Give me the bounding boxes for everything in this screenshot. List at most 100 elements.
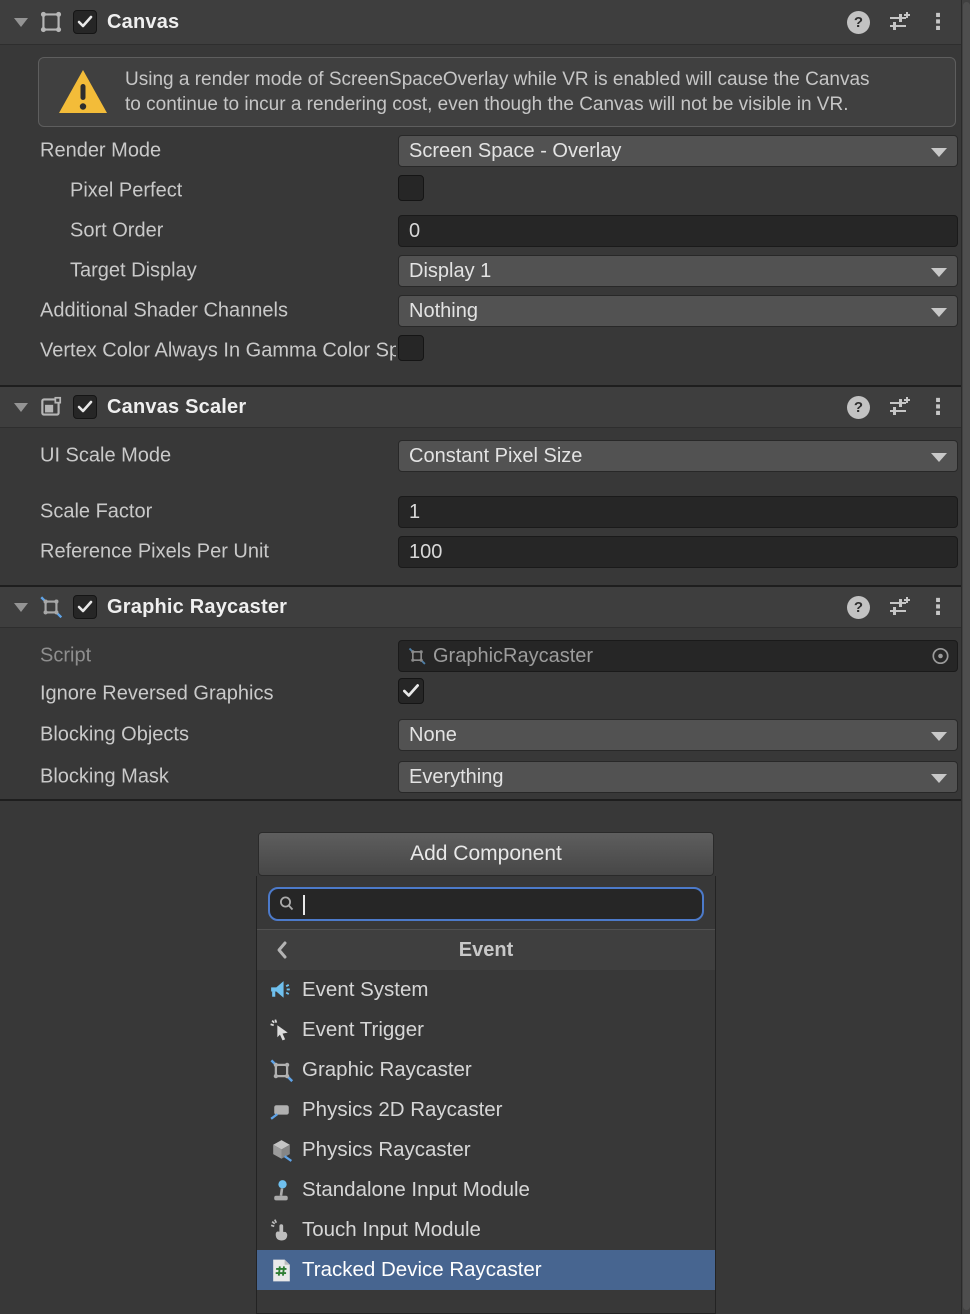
presets-icon[interactable]: [887, 395, 911, 419]
sort-order-row: Sort Order: [0, 215, 962, 247]
pixel-perfect-label: Pixel Perfect: [70, 180, 182, 203]
help-icon[interactable]: ?: [847, 396, 870, 419]
canvas-scaler-enabled-checkbox[interactable]: [73, 395, 97, 419]
search-icon: [277, 894, 297, 914]
add-component-popup: Event Event System: [256, 876, 716, 1314]
event-system-icon: [268, 977, 295, 1004]
foldout-triangle-icon[interactable]: [14, 18, 28, 27]
blocking-mask-row: Blocking Mask Everything: [0, 761, 962, 793]
scale-factor-row: Scale Factor: [0, 496, 962, 528]
component-title: Graphic Raycaster: [107, 596, 287, 619]
canvas-scaler-component-header: Canvas Scaler ? ⋮: [0, 387, 961, 428]
pixel-perfect-row: Pixel Perfect: [0, 175, 962, 207]
graphic-raycaster-icon: [407, 646, 427, 666]
component-search-box[interactable]: [268, 887, 704, 921]
kebab-menu-icon[interactable]: ⋮: [927, 11, 949, 33]
scale-factor-label: Scale Factor: [40, 501, 152, 524]
canvas-enabled-checkbox[interactable]: [73, 10, 97, 34]
reference-pixels-per-unit-row: Reference Pixels Per Unit: [0, 536, 962, 568]
back-chevron-icon[interactable]: [271, 938, 295, 962]
blocking-objects-row: Blocking Objects None: [0, 719, 962, 751]
target-display-label: Target Display: [70, 260, 197, 283]
render-mode-dropdown[interactable]: Screen Space - Overlay: [398, 135, 958, 167]
add-component-button[interactable]: Add Component: [258, 832, 714, 876]
target-display-row: Target Display Display 1: [0, 255, 962, 287]
list-item-standalone-input-module[interactable]: Standalone Input Module: [257, 1170, 715, 1210]
category-header-event[interactable]: Event: [257, 929, 715, 970]
blocking-objects-dropdown[interactable]: None: [398, 719, 958, 751]
reference-pixels-per-unit-field[interactable]: [398, 536, 958, 568]
chevron-down-icon: [931, 453, 947, 462]
warning-icon: [57, 68, 109, 116]
ui-scale-mode-row: UI Scale Mode Constant Pixel Size: [0, 440, 962, 472]
physics-raycaster-icon: [268, 1137, 295, 1164]
sort-order-label: Sort Order: [70, 220, 163, 243]
physics-2d-raycaster-icon: [268, 1097, 295, 1124]
foldout-triangle-icon[interactable]: [14, 403, 28, 412]
chevron-down-icon: [931, 148, 947, 157]
help-icon[interactable]: ?: [847, 596, 870, 619]
chevron-down-icon: [931, 268, 947, 277]
ignore-reversed-graphics-checkbox[interactable]: [398, 678, 424, 704]
vr-render-mode-warning: Using a render mode of ScreenSpaceOverla…: [38, 57, 956, 127]
additional-shader-channels-dropdown[interactable]: Nothing: [398, 295, 958, 327]
chevron-down-icon: [931, 308, 947, 317]
inspector-scrollbar-track[interactable]: [961, 0, 970, 1314]
graphic-raycaster-enabled-checkbox[interactable]: [73, 595, 97, 619]
event-trigger-icon: [268, 1017, 295, 1044]
warning-text: Using a render mode of ScreenSpaceOverla…: [125, 67, 870, 117]
list-item-event-trigger[interactable]: Event Trigger: [257, 1010, 715, 1050]
search-input[interactable]: [297, 893, 702, 915]
ui-scale-mode-dropdown[interactable]: Constant Pixel Size: [398, 440, 958, 472]
reference-pixels-per-unit-label: Reference Pixels Per Unit: [40, 541, 269, 564]
text-caret: [303, 895, 305, 915]
foldout-triangle-icon[interactable]: [14, 603, 28, 612]
vertex-color-gamma-row: Vertex Color Always In Gamma Color Space: [0, 335, 962, 367]
list-item-event-system[interactable]: Event System: [257, 970, 715, 1010]
additional-shader-channels-label: Additional Shader Channels: [40, 300, 288, 323]
list-item-touch-input-module[interactable]: Touch Input Module: [257, 1210, 715, 1250]
render-mode-label: Render Mode: [40, 140, 161, 163]
additional-shader-channels-row: Additional Shader Channels Nothing: [0, 295, 962, 327]
graphic-raycaster-icon: [38, 594, 64, 620]
csharp-script-icon: [268, 1257, 295, 1284]
help-icon[interactable]: ?: [847, 11, 870, 34]
object-picker-icon[interactable]: [931, 647, 950, 666]
pixel-perfect-checkbox[interactable]: [398, 175, 424, 201]
vertex-color-gamma-label: Vertex Color Always In Gamma Color Space: [40, 340, 396, 363]
presets-icon[interactable]: [887, 595, 911, 619]
ignore-reversed-graphics-row: Ignore Reversed Graphics: [0, 678, 962, 710]
presets-icon[interactable]: [887, 10, 911, 34]
ui-scale-mode-label: UI Scale Mode: [40, 445, 171, 468]
script-object-field[interactable]: GraphicRaycaster: [398, 640, 958, 672]
target-display-dropdown[interactable]: Display 1: [398, 255, 958, 287]
script-label: Script: [40, 645, 91, 668]
component-list: Event System Event Trigger: [257, 970, 715, 1290]
blocking-objects-label: Blocking Objects: [40, 724, 189, 747]
graphic-raycaster-icon: [268, 1057, 295, 1084]
render-mode-row: Render Mode Screen Space - Overlay: [0, 135, 962, 167]
unity-inspector: Canvas ? ⋮ Using a render mode of Screen…: [0, 0, 970, 1314]
canvas-icon: [38, 9, 64, 35]
canvas-scaler-icon: [38, 394, 64, 420]
blocking-mask-dropdown[interactable]: Everything: [398, 761, 958, 793]
sort-order-field[interactable]: [398, 215, 958, 247]
chevron-down-icon: [931, 732, 947, 741]
vertex-color-gamma-checkbox[interactable]: [398, 335, 424, 361]
graphic-raycaster-component-header: Graphic Raycaster ? ⋮: [0, 587, 961, 628]
component-title: Canvas Scaler: [107, 396, 246, 419]
list-item-physics-2d-raycaster[interactable]: Physics 2D Raycaster: [257, 1090, 715, 1130]
script-row: Script GraphicRaycaster: [0, 640, 962, 672]
list-item-physics-raycaster[interactable]: Physics Raycaster: [257, 1130, 715, 1170]
component-title: Canvas: [107, 11, 179, 34]
kebab-menu-icon[interactable]: ⋮: [927, 396, 949, 418]
chevron-down-icon: [931, 774, 947, 783]
list-item-tracked-device-raycaster[interactable]: Tracked Device Raycaster: [257, 1250, 715, 1290]
list-item-graphic-raycaster[interactable]: Graphic Raycaster: [257, 1050, 715, 1090]
kebab-menu-icon[interactable]: ⋮: [927, 596, 949, 618]
standalone-input-module-icon: [268, 1177, 295, 1204]
scale-factor-field[interactable]: [398, 496, 958, 528]
canvas-component-header: Canvas ? ⋮: [0, 0, 961, 45]
ignore-reversed-graphics-label: Ignore Reversed Graphics: [40, 683, 273, 706]
inspector-scrollbar-thumb[interactable]: [963, 2, 970, 1310]
